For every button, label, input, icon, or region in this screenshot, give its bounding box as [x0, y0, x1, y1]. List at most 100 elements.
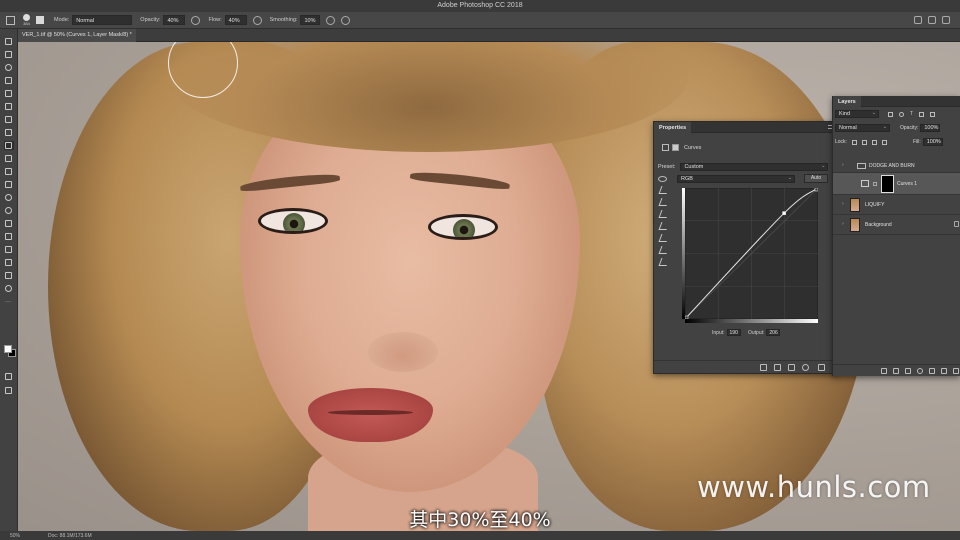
- layer-thumbnail: [850, 198, 860, 212]
- layer-row-liquify[interactable]: › LIQUIFY: [833, 195, 960, 215]
- type-tool[interactable]: [4, 232, 14, 241]
- brush-tool[interactable]: [4, 141, 14, 150]
- new-layer-icon[interactable]: [941, 368, 947, 374]
- lasso-tool[interactable]: [4, 63, 14, 72]
- pencil-icon[interactable]: [658, 234, 670, 242]
- brush-tip-icon: [23, 14, 30, 21]
- edit-toolbar[interactable]: ···: [4, 299, 14, 308]
- curve-tools: [658, 186, 672, 270]
- link-layers-icon[interactable]: [881, 368, 887, 374]
- layer-mask-icon[interactable]: [672, 144, 679, 151]
- lock-position-icon[interactable]: [861, 139, 867, 145]
- opacity-input[interactable]: 40%: [163, 15, 186, 25]
- input-value[interactable]: 190: [726, 329, 741, 336]
- foreground-color-swatch[interactable]: [4, 345, 12, 353]
- eraser-icon: [5, 168, 12, 175]
- eyedropper-tool[interactable]: [4, 102, 14, 111]
- share-icon[interactable]: [942, 16, 950, 24]
- lock-artboard-icon[interactable]: [871, 139, 877, 145]
- brush-tool-preset[interactable]: [6, 15, 15, 25]
- move-tool[interactable]: [4, 37, 14, 46]
- brush-preset-picker[interactable]: 384: [23, 14, 30, 26]
- path-select-tool[interactable]: [4, 245, 14, 254]
- expand-chevron-icon[interactable]: ›: [842, 162, 844, 168]
- healing-brush-tool[interactable]: [4, 115, 14, 124]
- filter-pixel-icon[interactable]: [888, 111, 893, 117]
- zoom-tool[interactable]: [4, 284, 14, 293]
- filter-kind-select[interactable]: Kind: [835, 110, 879, 118]
- layer-row-curves-1[interactable]: Curves 1: [833, 173, 960, 195]
- lock-pixels-icon[interactable]: [851, 139, 857, 145]
- mode-select[interactable]: Normal: [72, 15, 133, 25]
- auto-button[interactable]: Auto: [804, 174, 828, 183]
- curve-control-point[interactable]: [814, 188, 818, 192]
- shape-tool[interactable]: [4, 258, 14, 267]
- layer-opacity-input[interactable]: 100%: [920, 124, 941, 132]
- edit-points-icon[interactable]: [658, 222, 670, 230]
- target-adjust-icon[interactable]: [658, 176, 667, 182]
- new-adjustment-icon[interactable]: [917, 368, 923, 374]
- screen-mode-toggle[interactable]: [4, 386, 14, 395]
- view-previous-icon[interactable]: [774, 364, 781, 371]
- properties-tab[interactable]: Properties: [654, 122, 692, 133]
- expand-chevron-icon[interactable]: ›: [842, 201, 844, 207]
- smooth-curve-icon[interactable]: [658, 246, 670, 254]
- filter-smart-object-icon[interactable]: [930, 111, 936, 117]
- filter-shape-icon[interactable]: [919, 111, 925, 117]
- doc-size-info[interactable]: Doc: 88.1M/173.6M: [48, 533, 92, 539]
- dodge-tool[interactable]: [4, 206, 14, 215]
- eyedropper-gray-icon[interactable]: [658, 198, 670, 206]
- airbrush-icon[interactable]: [252, 15, 262, 25]
- layer-mask-thumbnail[interactable]: [881, 175, 894, 193]
- workspace-icon[interactable]: [928, 16, 936, 24]
- delete-layer-icon[interactable]: [953, 368, 959, 374]
- quick-mask-toggle[interactable]: [4, 372, 14, 381]
- visibility-eye-icon[interactable]: [802, 364, 809, 371]
- add-mask-icon[interactable]: [905, 368, 911, 374]
- fill-input[interactable]: 100%: [922, 138, 943, 146]
- curve-control-point[interactable]: [782, 211, 786, 215]
- flow-input[interactable]: 40%: [224, 15, 247, 25]
- brush-settings-icon[interactable]: [36, 16, 44, 24]
- lock-all-icon[interactable]: [881, 139, 887, 145]
- smoothing-input[interactable]: 10%: [300, 15, 321, 25]
- clipping-warning-icon[interactable]: [658, 258, 670, 266]
- hand-tool[interactable]: [4, 271, 14, 280]
- curves-adjustment-icon[interactable]: [662, 144, 669, 151]
- search-icon[interactable]: [914, 16, 922, 24]
- eraser-tool[interactable]: [4, 167, 14, 176]
- layer-row-dodge-and-burn[interactable]: › DODGE AND BURN: [833, 159, 960, 173]
- quick-select-tool[interactable]: [4, 76, 14, 85]
- preset-select[interactable]: Custom: [680, 163, 829, 171]
- document-tab[interactable]: VER_1.tif @ 50% (Curves 1, Layer Mask/8)…: [18, 29, 136, 42]
- output-value[interactable]: 206: [766, 329, 781, 336]
- filter-type-icon[interactable]: T: [910, 111, 913, 117]
- clip-to-layer-icon[interactable]: [760, 364, 767, 371]
- crop-tool[interactable]: [4, 89, 14, 98]
- marquee-tool[interactable]: [4, 50, 14, 59]
- hand-icon: [5, 272, 12, 279]
- curves-graph[interactable]: [685, 188, 818, 319]
- new-group-icon[interactable]: [929, 368, 935, 374]
- smoothing-gear-icon[interactable]: [326, 15, 336, 25]
- layer-style-fx-icon[interactable]: [893, 368, 899, 374]
- blend-mode-select[interactable]: Normal: [835, 124, 890, 132]
- pressure-size-icon[interactable]: [341, 15, 351, 25]
- layers-tab[interactable]: Layers: [833, 96, 861, 107]
- reset-icon[interactable]: [788, 364, 795, 371]
- pen-tool[interactable]: [4, 219, 14, 228]
- zoom-level[interactable]: 50%: [10, 533, 20, 539]
- history-brush-tool[interactable]: [4, 154, 14, 163]
- link-icon[interactable]: [873, 182, 877, 186]
- delete-trash-icon[interactable]: [818, 364, 825, 371]
- expand-chevron-icon[interactable]: ›: [842, 221, 844, 227]
- pressure-opacity-icon[interactable]: [191, 15, 201, 25]
- channel-select[interactable]: RGB: [677, 175, 795, 183]
- gradient-tool[interactable]: [4, 180, 14, 189]
- eyedropper-black-icon[interactable]: [658, 186, 670, 194]
- filter-adjustment-icon[interactable]: [899, 111, 904, 117]
- clone-stamp-tool[interactable]: [4, 128, 14, 137]
- eyedropper-white-icon[interactable]: [658, 210, 670, 218]
- layer-row-background[interactable]: › Background: [833, 215, 960, 235]
- blur-tool[interactable]: [4, 193, 14, 202]
